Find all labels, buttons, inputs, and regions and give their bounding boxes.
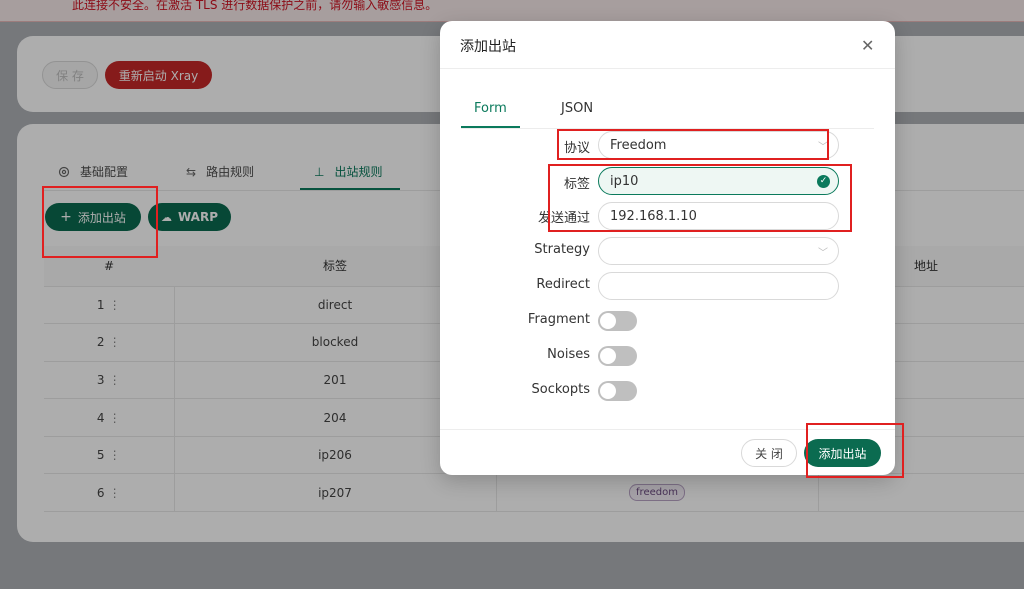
strategy-label: Strategy [534,242,590,257]
active-modal-tab-indicator [461,126,520,128]
annotation-box-tag-send-through [548,164,852,232]
toggle-knob [600,348,616,364]
tab-form[interactable]: Form [474,101,507,116]
sockopts-label: Sockopts [531,382,591,397]
redirect-input[interactable] [598,272,839,300]
modal-title: 添加出站 [460,39,516,55]
toggle-knob [600,313,616,329]
annotation-box-add-button [42,186,158,258]
sockopts-toggle[interactable] [598,381,637,401]
close-icon[interactable]: ✕ [861,36,874,55]
fragment-label: Fragment [527,312,590,327]
add-outbound-modal: 添加出站 ✕ Form JSON 协议 Freedom ﹀ 标签 ip10 ✓ … [440,21,895,475]
close-button[interactable]: 关 闭 [741,439,797,467]
chevron-down-icon: ﹀ [818,248,828,259]
annotation-box-confirm-button [806,423,904,478]
redirect-label: Redirect [536,277,590,292]
modal-header-divider [440,68,895,69]
strategy-select[interactable]: ﹀ [598,237,839,265]
annotation-box-protocol [557,129,829,160]
noises-toggle[interactable] [598,346,637,366]
fragment-toggle[interactable] [598,311,637,331]
tab-json[interactable]: JSON [561,101,593,116]
noises-label: Noises [547,347,590,362]
toggle-knob [600,383,616,399]
